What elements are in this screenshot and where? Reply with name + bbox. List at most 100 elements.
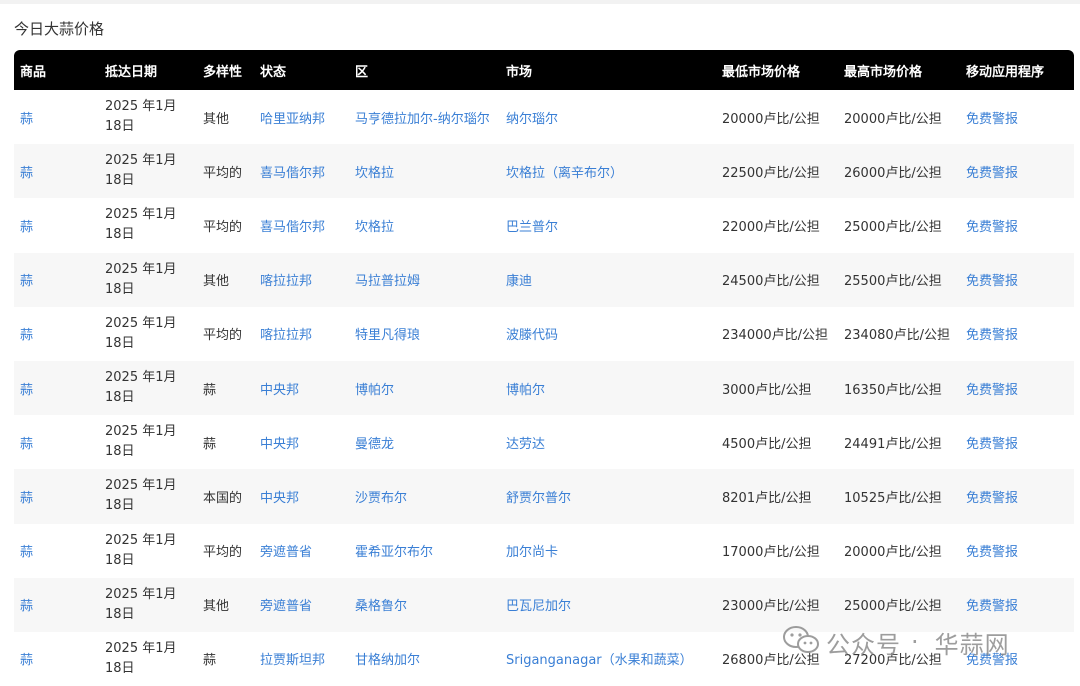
free-alert-link[interactable]: 免费警报 [966, 599, 1018, 614]
header-mobile-app: 移动应用程序 [966, 64, 1045, 80]
state-link[interactable]: 旁遮普省 [260, 599, 312, 614]
free-alert-link[interactable]: 免费警报 [966, 437, 1018, 452]
variety-cell: 其他 [203, 274, 230, 290]
variety-cell: 蒜 [203, 382, 217, 398]
free-alert-link[interactable]: 免费警报 [966, 274, 1018, 289]
max-price-cell: 27200卢比/公担 [844, 653, 942, 669]
state-link[interactable]: 喀拉拉邦 [260, 274, 312, 289]
market-link[interactable]: 巴瓦尼加尔 [506, 599, 571, 614]
min-price-cell: 24500卢比/公担 [722, 274, 820, 290]
district-link[interactable]: 曼德龙 [355, 437, 394, 452]
free-alert-link[interactable]: 免费警报 [966, 383, 1018, 398]
market-link[interactable]: 博帕尔 [506, 383, 545, 398]
min-price-cell: 4500卢比/公担 [722, 436, 812, 452]
table-row: 蒜 2025 年1月18日 蒜 中央邦 曼德龙 达劳达 4500卢比/公担 24… [14, 415, 1074, 469]
state-link[interactable]: 中央邦 [260, 491, 299, 506]
commodity-link[interactable]: 蒜 [20, 653, 33, 668]
market-link[interactable]: 舒贾尔普尔 [506, 491, 571, 506]
state-link[interactable]: 旁遮普省 [260, 545, 312, 560]
top-divider [0, 0, 1080, 4]
table-row: 蒜 2025 年1月18日 平均的 喜马偕尔邦 坎格拉 坎格拉（离辛布尔） 22… [14, 144, 1074, 199]
max-price-cell: 25500卢比/公担 [844, 274, 942, 290]
arrival-date: 2025 年1月18日 [105, 99, 177, 135]
min-price-cell: 17000卢比/公担 [722, 545, 820, 561]
district-link[interactable]: 霍希亚尔布尔 [355, 545, 433, 560]
district-link[interactable]: 马亨德拉加尔-纳尔瑙尔 [355, 112, 490, 127]
commodity-link[interactable]: 蒜 [20, 545, 33, 560]
market-link[interactable]: 波滕代码 [506, 328, 558, 343]
header-min-price: 最低市场价格 [722, 64, 801, 80]
min-price-cell: 23000卢比/公担 [722, 599, 820, 615]
max-price-cell: 234080卢比/公担 [844, 328, 951, 344]
free-alert-link[interactable]: 免费警报 [966, 653, 1018, 668]
commodity-link[interactable]: 蒜 [20, 166, 33, 181]
max-price-cell: 24491卢比/公担 [844, 436, 942, 452]
header-max-price: 最高市场价格 [844, 64, 923, 80]
max-price-cell: 20000卢比/公担 [844, 111, 942, 127]
free-alert-link[interactable]: 免费警报 [966, 220, 1018, 235]
district-link[interactable]: 特里凡得琅 [355, 328, 420, 343]
free-alert-link[interactable]: 免费警报 [966, 112, 1018, 127]
free-alert-link[interactable]: 免费警报 [966, 545, 1018, 560]
district-link[interactable]: 马拉普拉姆 [355, 274, 420, 289]
free-alert-link[interactable]: 免费警报 [966, 491, 1018, 506]
table-row: 蒜 2025 年1月18日 其他 喀拉拉邦 马拉普拉姆 康迪 24500卢比/公… [14, 252, 1074, 307]
district-link[interactable]: 沙贾布尔 [355, 491, 407, 506]
commodity-link[interactable]: 蒜 [20, 328, 33, 343]
state-link[interactable]: 中央邦 [260, 383, 299, 398]
max-price-cell: 26000卢比/公担 [844, 165, 942, 181]
min-price-cell: 234000卢比/公担 [722, 328, 829, 344]
state-link[interactable]: 中央邦 [260, 437, 299, 452]
variety-cell: 蒜 [203, 653, 217, 669]
state-link[interactable]: 哈里亚纳邦 [260, 112, 325, 127]
market-link[interactable]: 加尔尚卡 [506, 545, 558, 560]
state-link[interactable]: 喀拉拉邦 [260, 328, 312, 343]
table-row: 蒜 2025 年1月18日 其他 旁遮普省 桑格鲁尔 巴瓦尼加尔 23000卢比… [14, 577, 1074, 632]
variety-cell: 其他 [203, 599, 230, 615]
max-price-cell: 16350卢比/公担 [844, 382, 942, 398]
free-alert-link[interactable]: 免费警报 [966, 328, 1018, 343]
state-link[interactable]: 喜马偕尔邦 [260, 220, 325, 235]
min-price-cell: 26800卢比/公担 [722, 653, 820, 669]
market-link[interactable]: 巴兰普尔 [506, 220, 558, 235]
commodity-link[interactable]: 蒜 [20, 437, 33, 452]
commodity-link[interactable]: 蒜 [20, 599, 33, 614]
min-price-cell: 8201卢比/公担 [722, 490, 812, 506]
arrival-date: 2025 年1月18日 [105, 424, 177, 460]
max-price-cell: 25000卢比/公担 [844, 219, 942, 235]
free-alert-link[interactable]: 免费警报 [966, 166, 1018, 181]
header-commodity: 商品 [20, 64, 47, 80]
min-price-cell: 20000卢比/公担 [722, 111, 820, 127]
state-link[interactable]: 喜马偕尔邦 [260, 166, 325, 181]
commodity-link[interactable]: 蒜 [20, 383, 33, 398]
commodity-link[interactable]: 蒜 [20, 491, 33, 506]
variety-cell: 其他 [203, 111, 230, 127]
market-link[interactable]: Sriganganagar（水果和蔬菜） [506, 653, 693, 668]
header-arrival-date: 抵达日期 [105, 64, 158, 80]
market-link[interactable]: 纳尔瑙尔 [506, 112, 558, 127]
market-link[interactable]: 康迪 [506, 274, 532, 289]
commodity-link[interactable]: 蒜 [20, 274, 33, 289]
arrival-date: 2025 年1月18日 [105, 153, 177, 189]
district-link[interactable]: 桑格鲁尔 [355, 599, 407, 614]
arrival-date: 2025 年1月18日 [105, 478, 177, 514]
variety-cell: 平均的 [203, 545, 243, 561]
state-link[interactable]: 拉贾斯坦邦 [260, 653, 325, 668]
arrival-date: 2025 年1月18日 [105, 261, 177, 297]
commodity-link[interactable]: 蒜 [20, 220, 33, 235]
header-district: 区 [355, 64, 369, 80]
price-table: 商品 抵达日期 多样性 状态 区 市场 最低市场价格 最高市场价格 移动应用程序… [14, 50, 1074, 686]
market-link[interactable]: 坎格拉（离辛布尔） [506, 166, 623, 181]
commodity-link[interactable]: 蒜 [20, 112, 33, 127]
arrival-date: 2025 年1月18日 [105, 640, 177, 676]
max-price-cell: 25000卢比/公担 [844, 599, 942, 615]
district-link[interactable]: 博帕尔 [355, 383, 394, 398]
district-link[interactable]: 坎格拉 [355, 166, 394, 181]
district-link[interactable]: 坎格拉 [355, 220, 394, 235]
table-row: 蒜 2025 年1月18日 本国的 中央邦 沙贾布尔 舒贾尔普尔 8201卢比/… [14, 469, 1074, 524]
min-price-cell: 22000卢比/公担 [722, 219, 820, 235]
market-link[interactable]: 达劳达 [506, 437, 545, 452]
arrival-date: 2025 年1月18日 [105, 315, 177, 351]
district-link[interactable]: 甘格纳加尔 [355, 653, 420, 668]
table-row: 蒜 2025 年1月18日 其他 哈里亚纳邦 马亨德拉加尔-纳尔瑙尔 纳尔瑙尔 … [14, 90, 1074, 144]
